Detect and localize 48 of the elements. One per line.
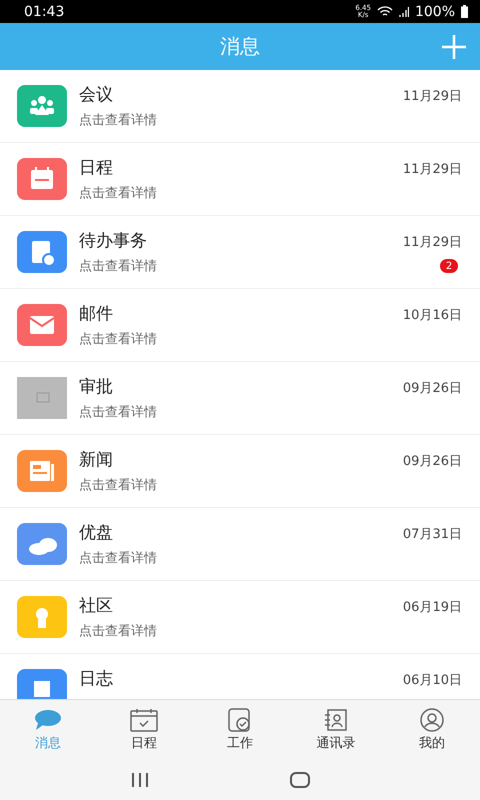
unread-count: 2 [440, 259, 458, 273]
calendar-icon [17, 158, 67, 200]
message-subtitle: 点击查看详情 [79, 113, 158, 129]
news-icon [17, 450, 67, 492]
calendar-icon [129, 708, 159, 732]
message-subtitle: 点击查看详情 [79, 259, 158, 275]
home-button[interactable] [290, 772, 310, 788]
message-title: 优盘 [79, 523, 114, 543]
message-title: 日程 [79, 158, 114, 178]
message-date: 07月31日 [402, 526, 462, 543]
message-title: 待办事务 [79, 231, 148, 251]
message-date: 06月10日 [402, 672, 462, 689]
battery-icon [461, 5, 468, 18]
message-subtitle: 点击查看详情 [79, 478, 158, 494]
message-subtitle: 点击查看详情 [79, 624, 158, 640]
tab[interactable]: 日程 [96, 700, 192, 760]
message-title: 审批 [79, 377, 114, 397]
signal-icon [398, 6, 409, 16]
message-title: 新闻 [79, 450, 114, 470]
meeting-icon [17, 85, 67, 127]
chat-bubble-icon [33, 708, 63, 732]
image-placeholder-icon [17, 377, 67, 419]
message-title: 日志 [79, 669, 114, 689]
message-date: 06月19日 [402, 599, 462, 616]
mail-icon [17, 304, 67, 346]
todo-icon [17, 231, 67, 273]
tab[interactable]: 通讯录 [288, 700, 384, 760]
message-title: 邮件 [79, 304, 114, 324]
tab[interactable]: 工作 [192, 700, 288, 760]
message-title: 会议 [79, 85, 114, 105]
message-date: 11月29日 [402, 234, 462, 251]
status-time: 01:43 [24, 4, 66, 20]
tab[interactable]: 我的 [384, 700, 480, 760]
message-date: 09月26日 [402, 380, 462, 397]
message-subtitle: 点击查看详情 [79, 332, 158, 348]
message-date: 11月29日 [402, 88, 462, 105]
message-date: 11月29日 [402, 161, 462, 178]
wifi-icon [376, 6, 393, 18]
message-subtitle: 点击查看详情 [79, 405, 158, 421]
message-subtitle: 点击查看详情 [79, 186, 158, 202]
message-date: 10月16日 [402, 307, 462, 324]
recent-apps-button[interactable] [130, 773, 150, 787]
header-title: 消息 [220, 33, 260, 60]
message-title: 社区 [79, 596, 114, 616]
battery-percent: 100% [414, 4, 455, 20]
message-subtitle: 点击查看详情 [79, 551, 158, 567]
cloud-icon [17, 523, 67, 565]
message-date: 09月26日 [402, 453, 462, 470]
